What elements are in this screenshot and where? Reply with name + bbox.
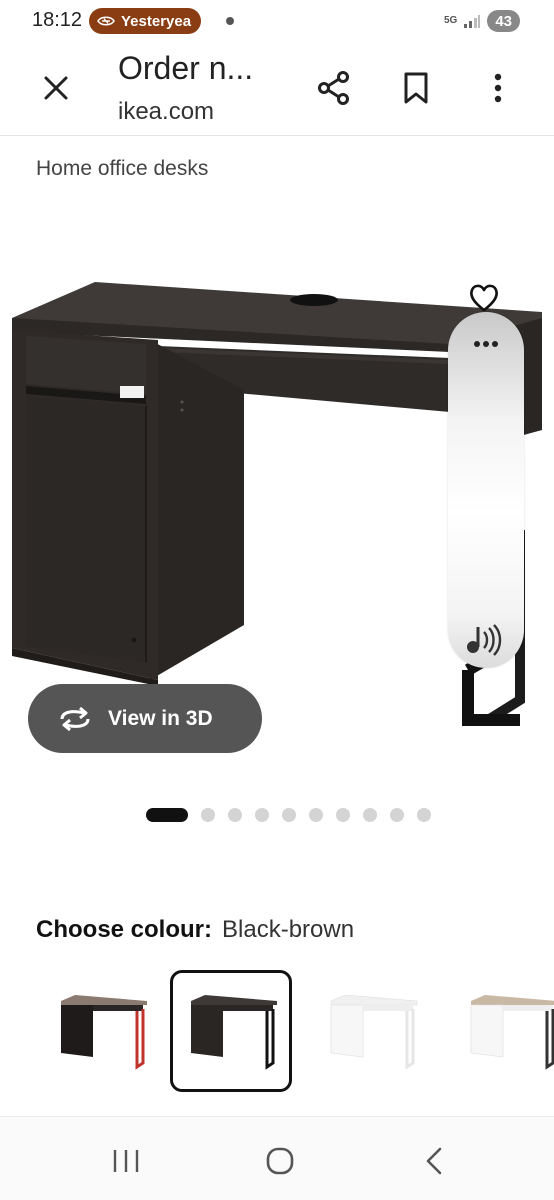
carousel-dot[interactable] [336,808,350,822]
heart-icon [470,284,498,312]
swatch-image [470,995,554,1070]
panel-more-button[interactable] [470,336,502,352]
more-options-button[interactable] [476,66,520,110]
close-icon [44,76,68,100]
audio-icon [467,624,502,656]
page-url: ikea.com [118,98,215,125]
back-icon [426,1147,442,1175]
image-carousel-indicator [146,808,431,822]
notification-pill-label: Yesteryea [121,12,192,30]
recent-apps-icon [113,1150,139,1172]
swatch-image [330,994,418,1070]
bookmark-button[interactable] [394,66,438,110]
rotate-3d-icon [60,706,90,731]
colour-selector-heading: Choose colour: Black-brown [36,916,354,944]
carousel-dot[interactable] [390,808,404,822]
swatch-black-brown[interactable] [170,970,292,1092]
share-button[interactable] [312,66,356,110]
carousel-dot[interactable] [228,808,242,822]
battery-indicator: 43 [487,10,520,32]
browser-header: Order n... ikea.com [0,44,554,136]
home-icon [266,1147,294,1175]
page-title: Order n... [118,50,254,86]
favourite-button[interactable] [466,280,502,316]
swatch-white[interactable] [310,970,432,1092]
carousel-dot[interactable] [363,808,377,822]
swatch-black-brown-red[interactable] [40,970,162,1092]
swatch-image [191,995,277,1070]
carousel-dot[interactable] [282,808,296,822]
carousel-dot-active[interactable] [146,808,188,822]
colour-value: Black-brown [222,916,355,943]
carousel-dot[interactable] [309,808,323,822]
signal-icon [464,15,481,28]
share-icon [318,71,349,105]
carousel-dot[interactable] [417,808,431,822]
carousel-dot[interactable] [255,808,269,822]
battery-level: 43 [495,12,512,30]
system-nav-bar [0,1116,554,1200]
status-bar: 18:12 Yesteryea 5G 43 [0,0,554,44]
audio-button[interactable] [462,620,506,660]
back-button[interactable] [414,1143,454,1179]
bookmark-icon [404,72,428,104]
status-icons: 5G 43 [444,10,520,32]
colour-swatches [0,970,554,1092]
floating-side-panel[interactable] [448,312,524,668]
swatch-white-anthracite[interactable] [450,970,554,1092]
carousel-dot[interactable] [201,808,215,822]
network-label: 5G [443,15,458,26]
swatch-image [61,995,147,1070]
home-button[interactable] [258,1143,302,1179]
more-vertical-icon [494,73,502,103]
breadcrumb-category[interactable]: Home office desks [36,157,208,181]
view-in-3d-label: View in 3D [108,706,213,730]
notification-dot [226,17,234,25]
status-time: 18:12 [32,9,83,31]
eye-icon [97,16,115,26]
recent-apps-button[interactable] [104,1145,148,1177]
colour-label: Choose colour: [36,916,213,943]
view-in-3d-button[interactable]: View in 3D [28,684,262,753]
notification-pill[interactable]: Yesteryea [89,8,202,34]
cable-grommet [290,294,338,306]
close-button[interactable] [36,68,76,108]
